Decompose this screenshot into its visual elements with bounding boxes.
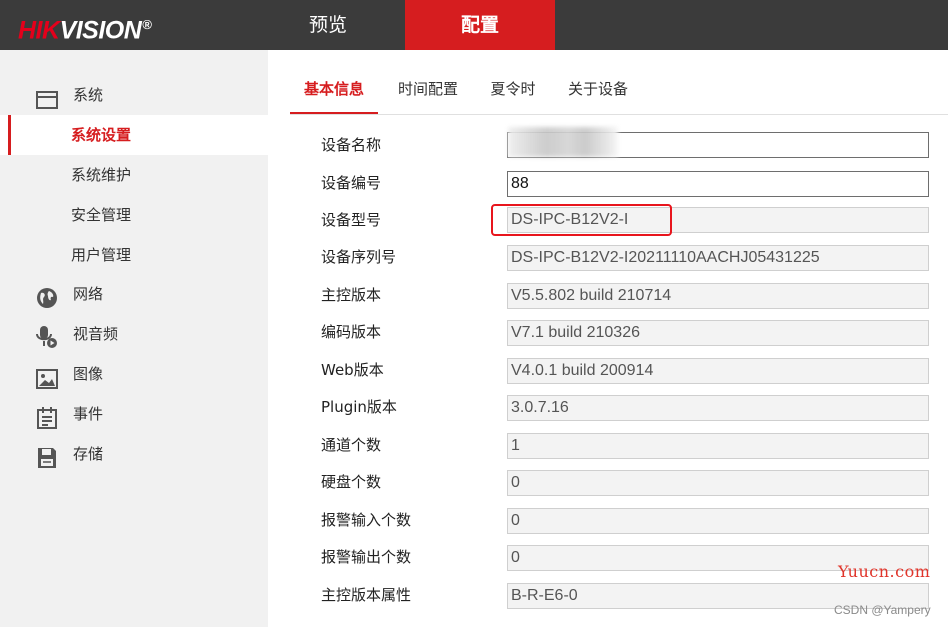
sidebar-item-network[interactable]: 网络 [0, 274, 268, 314]
label-alarm-output-count: 报警输出个数 [321, 548, 412, 566]
label-firmware-property: 主控版本属性 [321, 586, 412, 604]
sidebar-subitem-security[interactable]: 安全管理 [0, 195, 268, 235]
hikvision-logo: HIKVISION® [18, 10, 152, 44]
firmware-version-field: V5.5.802 build 210714 [507, 283, 929, 309]
label-device-number: 设备编号 [321, 174, 382, 192]
sidebar-item-label: 事件 [73, 405, 104, 423]
label-serial-number: 设备序列号 [321, 248, 397, 266]
sidebar-subitem-system-maintenance[interactable]: 系统维护 [0, 155, 268, 195]
site-watermark: Yuucn.com [838, 562, 931, 581]
globe-icon [35, 284, 59, 308]
logo-vision-text: VISION [59, 16, 142, 45]
label-plugin-version: Plugin版本 [321, 398, 397, 416]
sidebar-item-label: 图像 [73, 365, 104, 383]
tab-basic-info[interactable]: 基本信息 [290, 68, 378, 114]
label-device-name: 设备名称 [321, 136, 382, 154]
config-tabs: 基本信息 时间配置 夏令时 关于设备 [290, 68, 948, 115]
credit-watermark: CSDN @Yampery [834, 603, 931, 617]
tab-about-device[interactable]: 关于设备 [562, 68, 634, 112]
label-channel-count: 通道个数 [321, 436, 382, 454]
label-hdd-count: 硬盘个数 [321, 473, 382, 491]
calendar-icon [35, 404, 59, 429]
plugin-version-field: 3.0.7.16 [507, 395, 929, 421]
sidebar-item-label: 视音频 [73, 325, 119, 343]
sidebar-item-label: 系统维护 [71, 166, 132, 184]
sidebar-item-label: 安全管理 [71, 206, 132, 224]
sidebar-item-video-audio[interactable]: 视音频 [0, 314, 268, 354]
sidebar-item-label: 存储 [73, 445, 104, 463]
highlight-box [491, 204, 672, 236]
microphone-camera-icon [35, 324, 59, 348]
label-encoding-version: 编码版本 [321, 323, 382, 341]
label-alarm-input-count: 报警输入个数 [321, 511, 412, 529]
serial-number-field: DS-IPC-B12V2-I20211110AACHJ05431225 [507, 245, 929, 271]
sidebar-item-label: 用户管理 [71, 246, 132, 264]
label-web-version: Web版本 [321, 361, 384, 379]
hdd-count-field: 0 [507, 470, 929, 496]
sidebar-item-event[interactable]: 事件 [0, 394, 268, 434]
encoding-version-field: V7.1 build 210326 [507, 320, 929, 346]
sidebar-subitem-user-management[interactable]: 用户管理 [0, 235, 268, 275]
logo-hik-text: HIK [18, 16, 60, 45]
floppy-disk-icon [35, 444, 59, 468]
tab-dst[interactable]: 夏令时 [482, 68, 544, 112]
device-number-input[interactable] [507, 171, 929, 197]
top-bar: HIKVISION® 预览 配置 [0, 0, 948, 50]
sidebar-item-label: 网络 [73, 285, 104, 303]
redacted-blur [508, 127, 618, 157]
sidebar-subitem-system-settings[interactable]: 系统设置 [0, 115, 268, 155]
sidebar-item-label: 系统 [73, 86, 104, 104]
alarm-input-count-field: 0 [507, 508, 929, 534]
registered-mark: ® [142, 17, 152, 32]
image-icon [35, 364, 59, 389]
channel-count-field: 1 [507, 433, 929, 459]
label-device-model: 设备型号 [321, 211, 382, 229]
sidebar-item-image[interactable]: 图像 [0, 354, 268, 394]
sidebar-item-storage[interactable]: 存储 [0, 434, 268, 474]
tab-time-config[interactable]: 时间配置 [390, 68, 466, 112]
window-icon [35, 85, 59, 109]
sidebar-item-label: 系统设置 [71, 126, 132, 144]
nav-tab-preview[interactable]: 预览 [268, 0, 388, 50]
sidebar-item-system[interactable]: 系统 [0, 75, 268, 115]
label-firmware-version: 主控版本 [321, 286, 382, 304]
nav-tab-config[interactable]: 配置 [405, 0, 555, 50]
web-version-field: V4.0.1 build 200914 [507, 358, 929, 384]
